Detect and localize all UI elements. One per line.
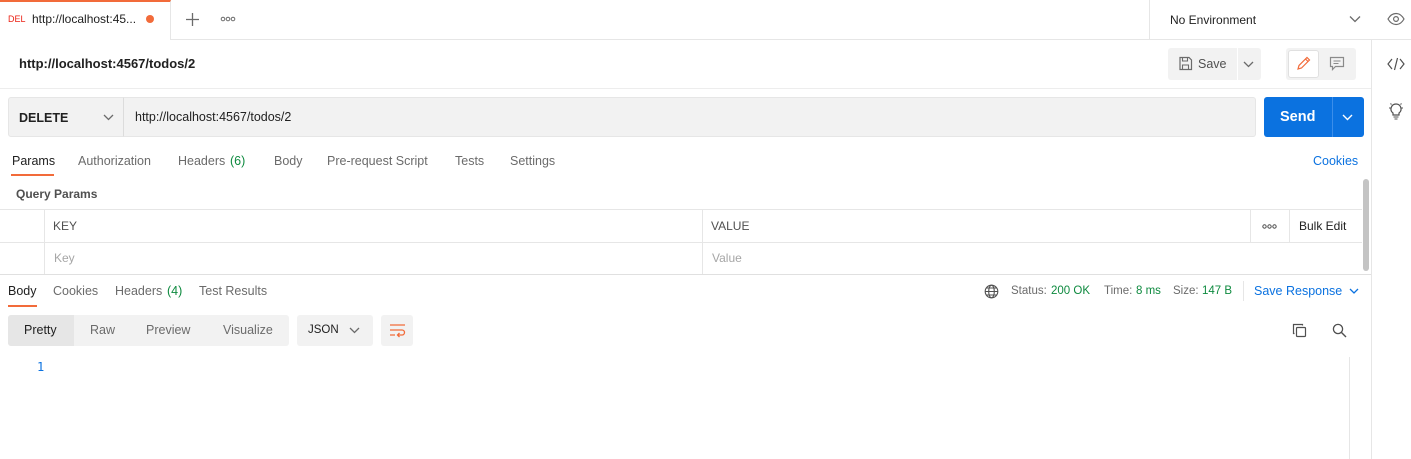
globe-icon[interactable] [984,284,999,299]
send-options-chevron-down-icon[interactable] [1342,114,1353,121]
response-tab-body[interactable]: Body [8,284,37,298]
send-divider [1332,97,1333,137]
environment-select[interactable]: No Environment [1170,13,1256,27]
save-label: Save [1198,57,1227,71]
tab-method-badge: DEL [8,14,26,24]
status-value[interactable]: 200 OK [1051,285,1090,297]
value-column-header: VALUE [711,219,750,233]
format-pretty[interactable]: Pretty [24,323,57,337]
response-active-tab-indicator [8,305,37,307]
method-label: DELETE [19,111,69,125]
request-title[interactable]: http://localhost:4567/todos/2 [19,56,195,71]
copy-icon[interactable] [1292,323,1307,338]
send-label: Send [1280,109,1316,125]
table-col-divider [44,209,45,274]
key-column-header: KEY [53,219,78,233]
method-chevron-down-icon [103,114,114,121]
format-visualize[interactable]: Visualize [223,323,273,337]
eye-icon[interactable] [1387,12,1405,26]
table-border-mid [0,242,1362,243]
table-border-top [0,209,1362,210]
tab-params[interactable]: Params [12,154,55,168]
editor-scrollbar-track[interactable] [1349,357,1350,459]
tab-authorization[interactable]: Authorization [78,154,151,168]
size-value[interactable]: 147 B [1202,285,1232,297]
response-headers-count: (4) [167,284,183,298]
environment-chevron-down-icon[interactable] [1349,15,1361,23]
right-sidebar-divider [1371,40,1372,459]
tab-pre-request-script[interactable]: Pre-request Script [327,154,428,168]
save-icon [1178,56,1193,71]
table-border-bottom [0,274,1371,275]
new-tab-plus-icon[interactable] [185,12,200,27]
more-tabs-icon[interactable] [220,14,236,24]
table-col-divider [1250,209,1251,242]
url-text: http://localhost:4567/todos/2 [135,110,292,124]
save-response-chevron-down-icon[interactable] [1349,288,1359,295]
save-chevron-down-icon [1243,61,1254,68]
title-divider [0,88,1371,89]
code-icon[interactable] [1387,57,1405,71]
env-divider [1149,0,1150,40]
language-chevron-down-icon [349,327,360,334]
value-input[interactable]: Value [712,251,742,265]
active-tab-indicator [11,174,54,176]
url-input[interactable] [123,97,1256,137]
cookies-link[interactable]: Cookies [1313,154,1358,168]
time-value[interactable]: 8 ms [1136,285,1161,297]
save-response-button[interactable]: Save Response [1254,284,1342,298]
params-scrollbar[interactable] [1363,179,1369,271]
format-preview[interactable]: Preview [146,323,190,337]
headers-count: (6) [230,154,246,168]
comment-icon[interactable] [1329,56,1345,71]
wrap-lines-icon [389,323,406,338]
response-tab-headers[interactable]: Headers [115,284,162,298]
tab-settings[interactable]: Settings [510,154,555,168]
table-col-divider [1289,209,1290,242]
tab-tests[interactable]: Tests [455,154,484,168]
pencil-icon [1296,56,1311,71]
table-col-divider [702,209,703,274]
response-tab-cookies[interactable]: Cookies [53,284,98,298]
tab-title[interactable]: http://localhost:45... [32,12,136,26]
query-params-heading: Query Params [16,187,98,201]
table-more-icon[interactable] [1262,223,1277,230]
bulk-edit-button[interactable]: Bulk Edit [1299,219,1346,233]
format-raw[interactable]: Raw [90,323,115,337]
tab-body[interactable]: Body [274,154,303,168]
unsaved-dot-icon [146,15,154,23]
response-tab-test-results[interactable]: Test Results [199,284,267,298]
language-label: JSON [308,324,339,336]
editor-line-number: 1 [37,360,45,374]
lightbulb-icon[interactable] [1388,102,1404,120]
search-icon[interactable] [1332,323,1347,338]
status-label: Status: [1011,285,1047,297]
time-label: Time: [1104,285,1133,297]
meta-divider [1243,281,1244,301]
tab-headers[interactable]: Headers [178,154,225,168]
key-input[interactable]: Key [54,251,75,265]
size-label: Size: [1173,285,1199,297]
